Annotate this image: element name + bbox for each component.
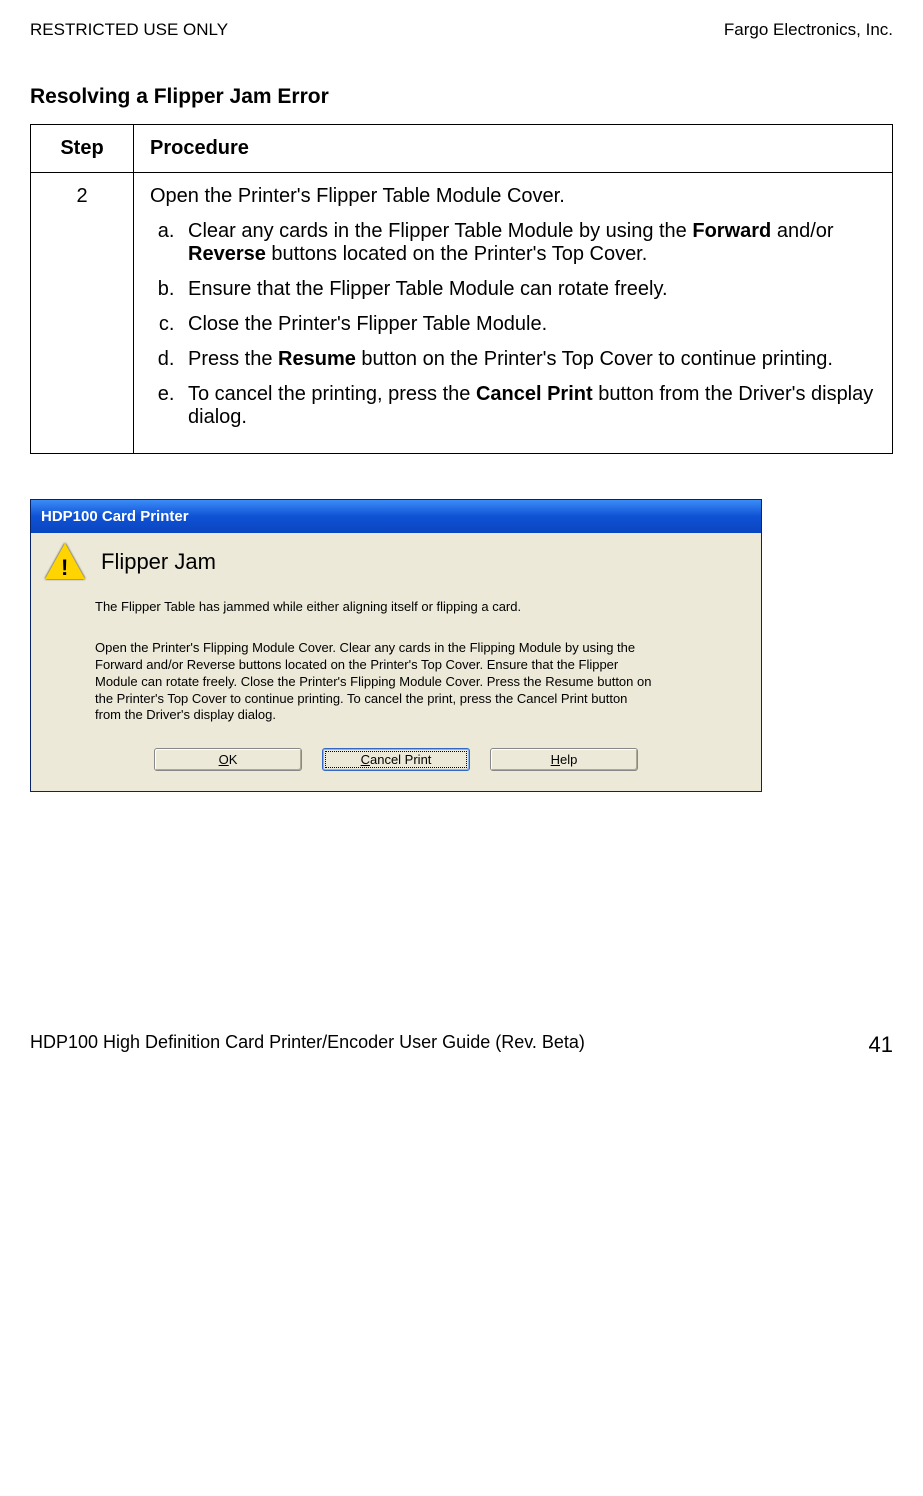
help-button[interactable]: Help xyxy=(490,748,638,771)
procedure-intro: Open the Printer's Flipper Table Module … xyxy=(150,185,876,208)
procedure-cell: Open the Printer's Flipper Table Module … xyxy=(134,173,893,454)
cancel-print-button[interactable]: Cancel Print xyxy=(322,748,470,771)
footer-left: HDP100 High Definition Card Printer/Enco… xyxy=(30,1032,585,1058)
header-left: RESTRICTED USE ONLY xyxy=(30,20,228,40)
warning-icon xyxy=(45,543,87,581)
header-step: Step xyxy=(31,125,134,173)
dialog-window: HDP100 Card Printer Flipper Jam The Flip… xyxy=(30,499,762,792)
step-c: Close the Printer's Flipper Table Module… xyxy=(180,313,876,336)
dialog-heading: Flipper Jam xyxy=(101,549,216,575)
dialog-button-row: OK Cancel Print Help xyxy=(45,748,747,777)
header-right: Fargo Electronics, Inc. xyxy=(724,20,893,40)
step-number: 2 xyxy=(31,173,134,454)
procedure-table: Step Procedure 2 Open the Printer's Flip… xyxy=(30,124,893,454)
table-row: 2 Open the Printer's Flipper Table Modul… xyxy=(31,173,893,454)
page-number: 41 xyxy=(869,1032,893,1058)
step-e: To cancel the printing, press the Cancel… xyxy=(180,383,876,429)
ok-button[interactable]: OK xyxy=(154,748,302,771)
dialog-titlebar: HDP100 Card Printer xyxy=(31,500,761,533)
page-header: RESTRICTED USE ONLY Fargo Electronics, I… xyxy=(30,20,893,40)
header-procedure: Procedure xyxy=(134,125,893,173)
step-b: Ensure that the Flipper Table Module can… xyxy=(180,278,876,301)
page-footer: HDP100 High Definition Card Printer/Enco… xyxy=(30,1032,893,1058)
dialog-body: Flipper Jam The Flipper Table has jammed… xyxy=(31,533,761,791)
step-a: Clear any cards in the Flipper Table Mod… xyxy=(180,220,876,266)
step-d: Press the Resume button on the Printer's… xyxy=(180,348,876,371)
section-title: Resolving a Flipper Jam Error xyxy=(30,85,893,109)
dialog-paragraph-2: Open the Printer's Flipping Module Cover… xyxy=(95,640,655,724)
dialog-paragraph-1: The Flipper Table has jammed while eithe… xyxy=(95,599,655,616)
